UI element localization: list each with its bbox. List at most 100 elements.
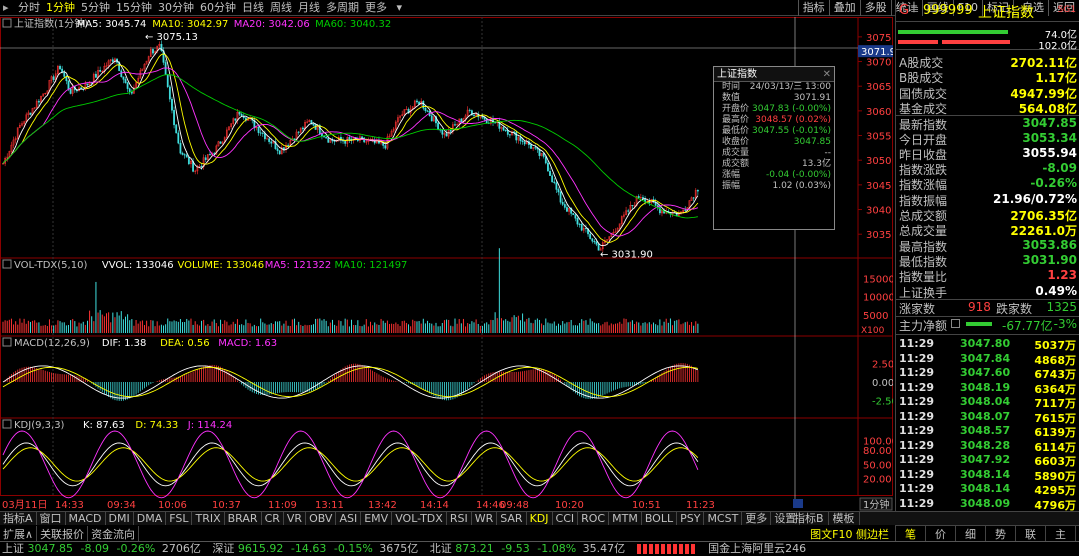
candle-body [576,218,579,225]
indicator-tab[interactable]: VR [284,512,307,525]
function-tab[interactable]: 扩展∧ [0,526,38,542]
tooltip-value: 24/03/13/三 13:00 [749,82,831,92]
indicator-tab[interactable]: CCI [553,512,579,525]
function-tab[interactable]: 资金流向 [88,526,140,542]
tick-time: 11:29 [899,337,935,350]
indicator-tab[interactable]: BOLL [642,512,678,525]
candle-body [259,132,262,134]
indicator-tab[interactable]: MCST [704,512,743,525]
indicator-template-tab[interactable]: 模板 [829,512,860,525]
main-panel-toggle-icon[interactable] [2,18,12,28]
candle-body [566,207,568,212]
indicator-tab[interactable]: ROC [578,512,610,525]
close-icon[interactable]: ✕ [823,67,831,82]
side-tab[interactable]: 价 [926,526,956,542]
indicator-tab[interactable]: DMA [134,512,167,525]
indicator-tab[interactable]: VOL-TDX [392,512,447,525]
candle-body [504,130,507,132]
indicator-tab[interactable]: OBV [306,512,337,525]
candle-body [200,165,203,168]
quote-side-panel: G ≡ 999999 上证指数 SG1 74.0亿 102.0亿 A股成交 270… [895,0,1079,542]
indicator-tab[interactable]: TRIX [192,512,225,525]
indicator-tab[interactable]: SAR [497,512,527,525]
side-bottom-tabs: 笔价细势联主 [896,525,1079,542]
indicator-template-tab[interactable]: 指标B [790,512,829,525]
side-tab[interactable]: 联 [1016,526,1046,542]
period-tab[interactable]: 15分钟 [113,0,155,16]
indicator-tab[interactable]: 窗口 [37,512,66,525]
function-tab[interactable]: 关联报价 [37,526,89,542]
grid-icon[interactable] [951,319,960,328]
expand-icon[interactable]: ▸ [0,0,12,16]
indicator-tab[interactable]: WR [472,512,498,525]
candle-body [574,214,577,219]
candle-body [460,118,463,123]
period-tab[interactable]: 5分钟 [78,0,113,16]
toolbar-button[interactable]: 指标 [797,0,829,16]
candle-body [95,73,97,78]
candle-body [302,127,304,130]
kdj-panel-toggle-icon[interactable] [2,419,12,429]
vol-panel-toggle-icon[interactable] [2,259,12,269]
period-tab[interactable]: 月线 [295,0,323,16]
more-chevron-icon[interactable]: ▾ [394,0,406,16]
kdj-legend: D: 74.33 [135,420,178,431]
candle-body [204,157,207,160]
toolbar-button[interactable]: 多股 [859,0,891,16]
indicator-tab[interactable]: BRAR [225,512,262,525]
macd-tick-label: 0.00 [872,378,893,389]
side-tab[interactable]: 势 [986,526,1016,542]
volume-unit: X100 [861,326,885,336]
candle-body [86,83,89,86]
period-tab[interactable]: 30分钟 [155,0,197,16]
macd-panel-toggle-icon[interactable] [2,337,12,347]
indicator-tab[interactable]: MACD [66,512,106,525]
candle-body [278,150,281,155]
server-name[interactable]: 国金上海阿里云246 [708,542,806,555]
candle-body [553,181,556,184]
candle-body [563,204,566,208]
period-tab[interactable]: 更多 [362,0,390,16]
period-tab[interactable]: 1分钟 [43,0,78,16]
candle-body [684,209,687,211]
candle-body [361,136,363,139]
candle-body [430,115,433,122]
period-tab[interactable]: 周线 [267,0,295,16]
stat-value: 3053.86 [1022,237,1077,252]
menu-icon[interactable]: ≡ [910,3,919,16]
side-tab[interactable]: 细 [956,526,986,542]
vol-title: VOL-TDX(5,10) [14,260,87,271]
time-tick-label: 10:51 [632,500,661,511]
period-tab[interactable]: 日线 [239,0,267,16]
tick-list[interactable]: 11:29 3047.80 5037万 11:29 3047.84 4868万 11:29 3… [896,334,1079,526]
indicator-tab[interactable]: PSY [677,512,705,525]
candle-body [426,110,429,112]
candle-body [589,233,592,239]
indicator-tab[interactable]: FSL [166,512,193,525]
indicator-tab[interactable]: KDJ [527,512,553,525]
candle-body [595,241,598,245]
indicator-tab[interactable]: CR [262,512,284,525]
period-tab[interactable]: 多周期 [323,0,362,16]
f10-sidebar-link[interactable]: 图文F10 侧边栏 [760,526,893,541]
side-tab[interactable]: 笔 [896,526,926,542]
indicator-tab[interactable]: DMI [106,512,134,525]
tick-row: 11:29 3048.14 5890万 [896,468,1079,483]
period-tab[interactable]: 60分钟 [197,0,239,16]
stock-header: G ≡ 999999 上证指数 SG1 [896,0,1079,22]
up-count-value: 918 [968,300,991,314]
indicator-tab[interactable]: MTM [609,512,642,525]
indicator-tab[interactable]: 指标A [0,512,37,525]
toolbar-button[interactable]: 叠加 [828,0,860,16]
indicator-tab[interactable]: RSI [447,512,472,525]
candle-body [593,240,596,243]
indicator-tab[interactable]: EMV [361,512,393,525]
time-tick-label: 03月11日 [2,499,47,511]
indicator-tab[interactable]: 更多 [742,512,772,525]
tick-time: 11:29 [899,380,935,394]
side-tab[interactable]: 主 [1046,526,1076,542]
candle-body [257,126,260,133]
period-tab[interactable]: 分时 [15,0,43,16]
candle-body [344,140,347,144]
indicator-tab[interactable]: ASI [336,512,362,525]
